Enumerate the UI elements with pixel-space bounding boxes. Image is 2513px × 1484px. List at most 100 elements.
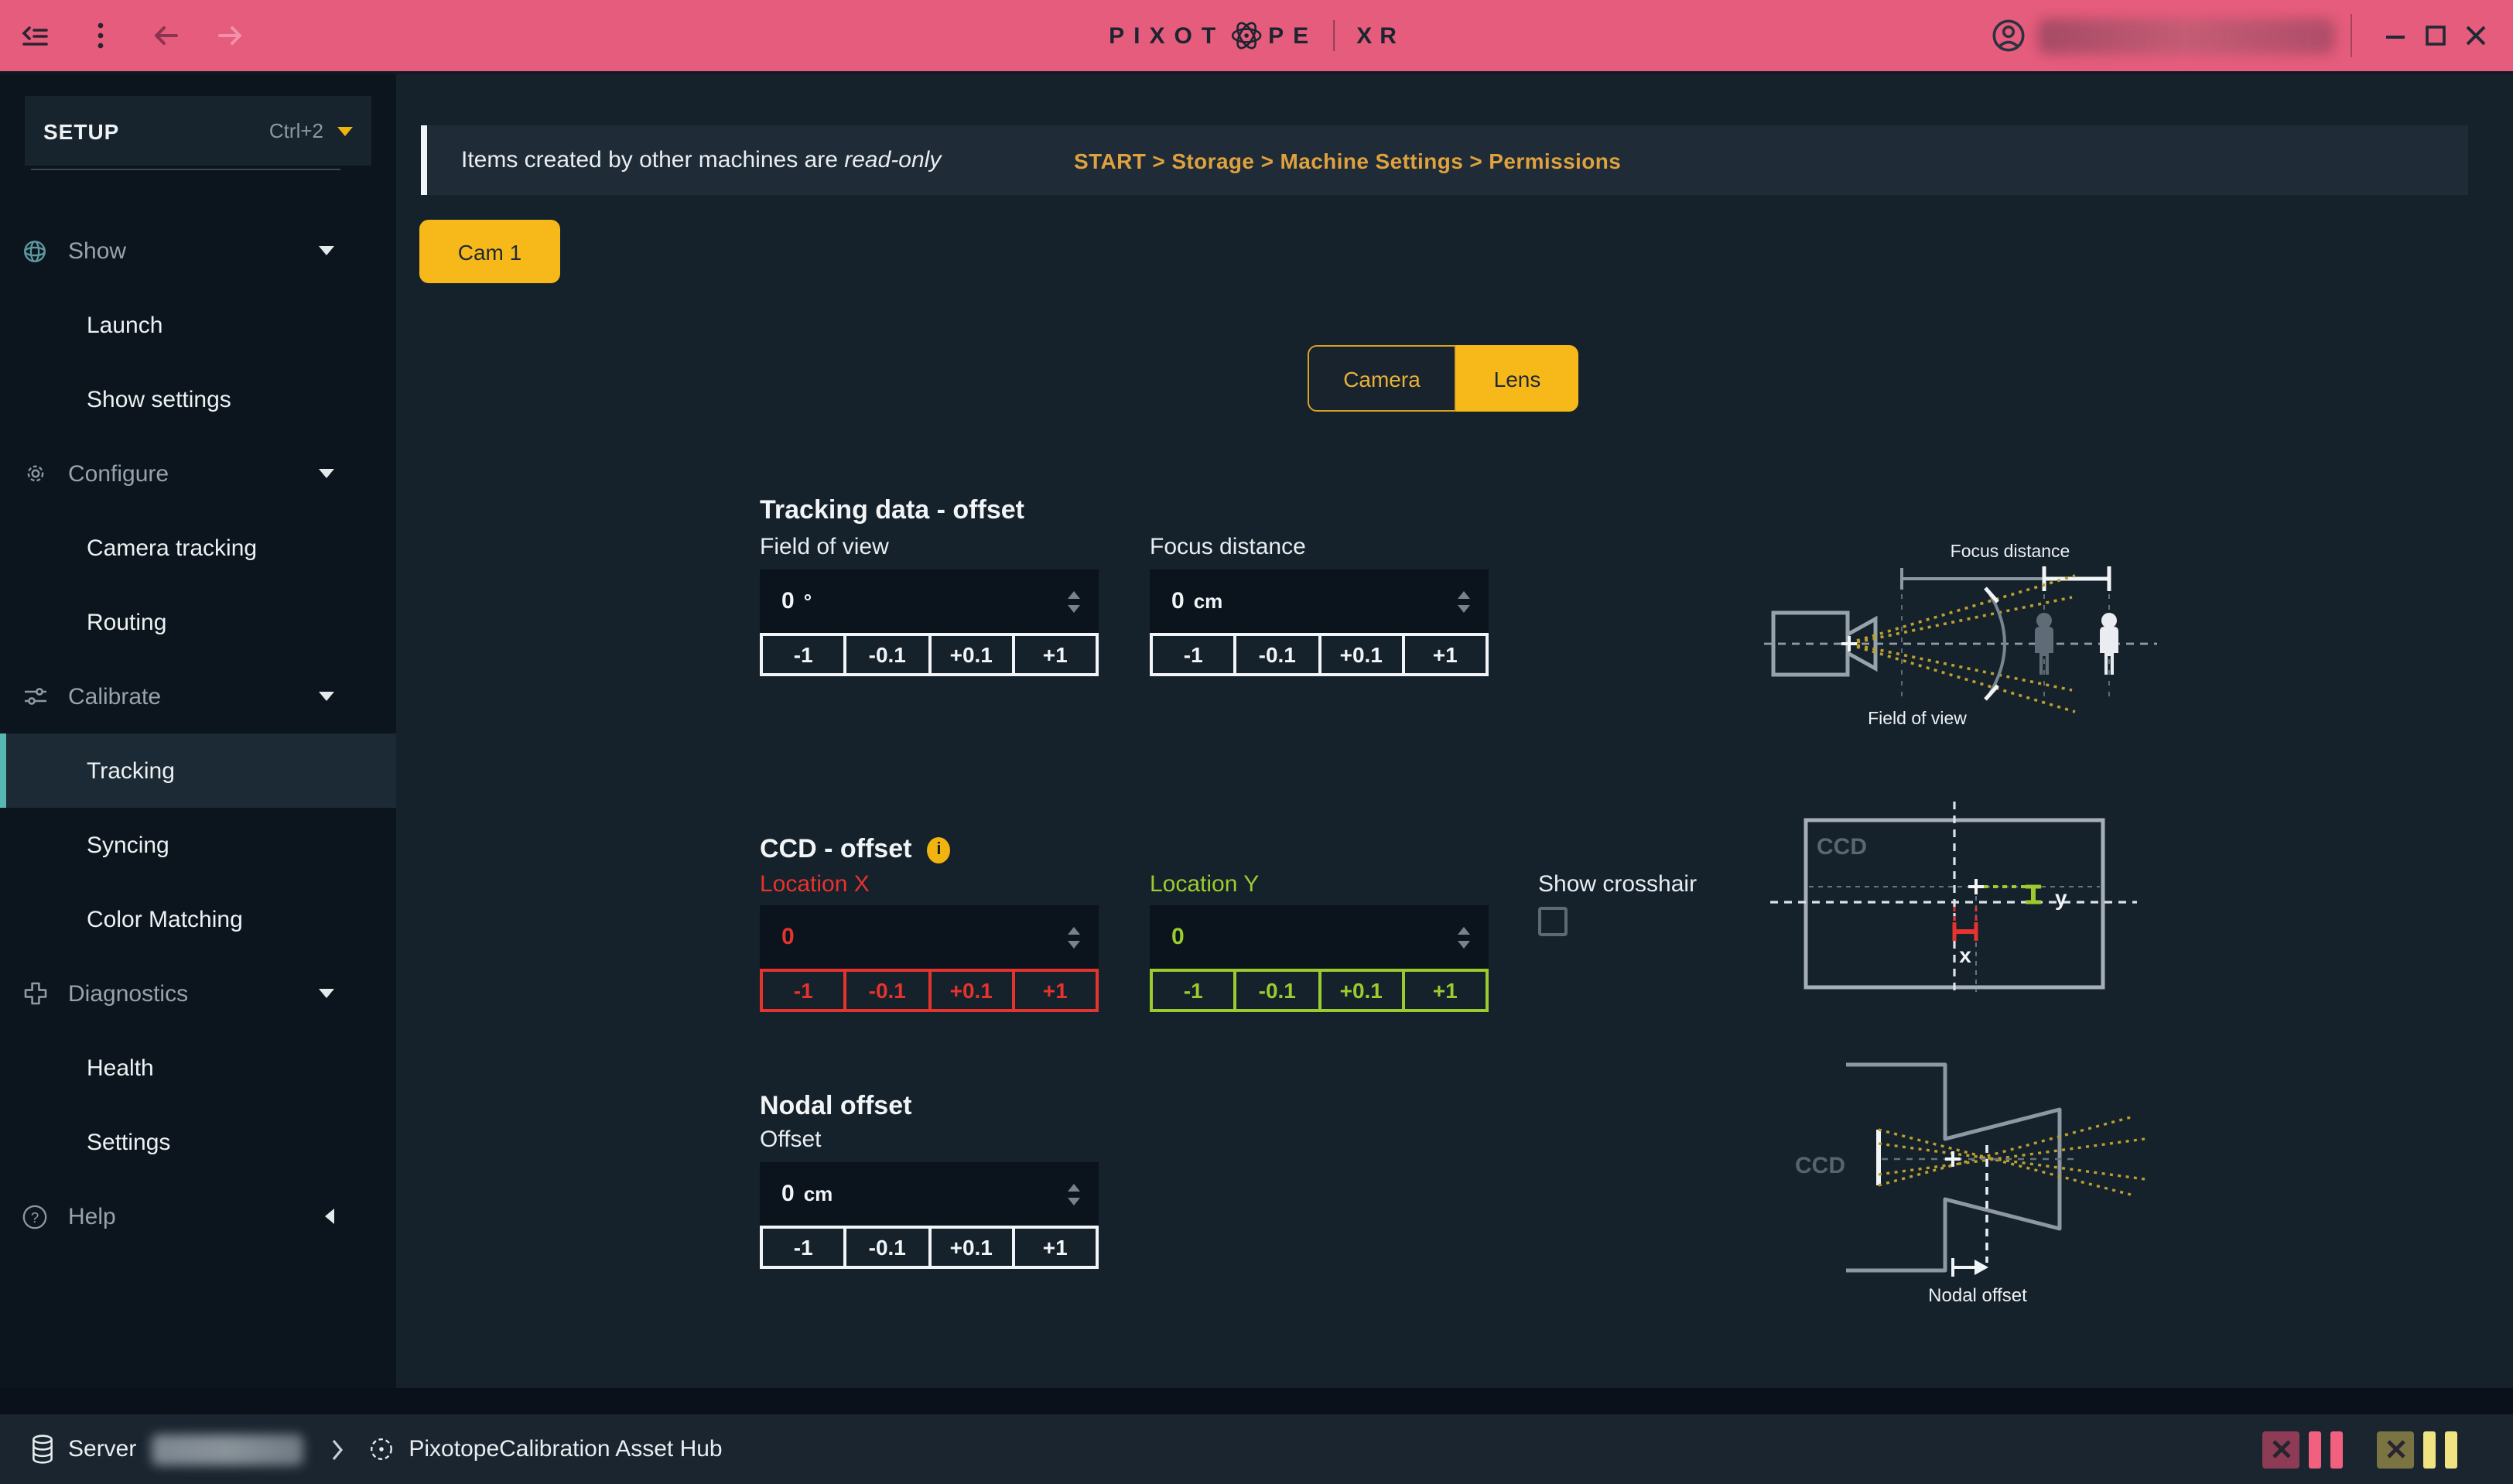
sidebar-item-tracking[interactable]: Tracking	[0, 733, 396, 808]
focus-step-minus-01[interactable]: -0.1	[1234, 633, 1321, 676]
sidebar-item-label: Show	[68, 238, 126, 264]
sidebar-item-calibrate[interactable]: Calibrate	[0, 659, 396, 733]
sidebar-item-help[interactable]: ? Help	[0, 1179, 396, 1253]
sidebar-item-label: Help	[68, 1203, 116, 1229]
spinner-arrows-icon[interactable]	[1068, 926, 1080, 948]
locy-step-minus-1[interactable]: -1	[1150, 969, 1237, 1012]
fov-diagram: Focus distance	[1758, 532, 2163, 749]
sidebar-item-label: Camera tracking	[87, 535, 257, 561]
sidebar-item-show[interactable]: Show	[0, 214, 396, 288]
close-button[interactable]	[2457, 17, 2494, 54]
spinner-arrows-icon[interactable]	[1068, 590, 1080, 612]
sidebar-item-camera-tracking[interactable]: Camera tracking	[0, 511, 396, 585]
diagram-ccd-plane-label: CCD	[1795, 1153, 1845, 1178]
tab-lens[interactable]: Lens	[1456, 345, 1578, 412]
sidebar-item-launch[interactable]: Launch	[0, 288, 396, 362]
focus-step-buttons: -1 -0.1 +0.1 +1	[1150, 633, 1489, 676]
fov-step-buttons: -1 -0.1 +0.1 +1	[760, 633, 1099, 676]
locx-step-minus-01[interactable]: -0.1	[844, 969, 932, 1012]
location-x-step-buttons: -1 -0.1 +0.1 +1	[760, 969, 1099, 1012]
breadcrumb[interactable]: START > Storage > Machine Settings > Per…	[1074, 148, 1621, 173]
fov-step-plus-01[interactable]: +0.1	[928, 633, 1015, 676]
app-logo: PIXOT PE XR	[1109, 0, 1404, 71]
kebab-menu-icon[interactable]	[84, 19, 118, 53]
sidebar: SETUP Ctrl+2 Show Launch Show settings	[0, 74, 396, 1388]
focus-step-minus-1[interactable]: -1	[1150, 633, 1237, 676]
setup-mode-selector[interactable]: SETUP Ctrl+2	[25, 96, 371, 166]
fov-input[interactable]: 0 °	[760, 569, 1099, 633]
location-y-input[interactable]: 0	[1150, 905, 1489, 969]
locx-step-minus-1[interactable]: -1	[760, 969, 847, 1012]
sidebar-item-health[interactable]: Health	[0, 1031, 396, 1105]
sidebar-item-syncing[interactable]: Syncing	[0, 808, 396, 882]
sidebar-item-settings[interactable]: Settings	[0, 1105, 396, 1179]
sidebar-item-label: Syncing	[87, 832, 169, 858]
nodal-step-minus-01[interactable]: -0.1	[844, 1226, 932, 1269]
status-stop-pink-icon[interactable]	[2262, 1431, 2299, 1468]
focus-step-plus-1[interactable]: +1	[1402, 633, 1489, 676]
locy-step-minus-01[interactable]: -0.1	[1234, 969, 1321, 1012]
cam1-button[interactable]: Cam 1	[419, 220, 560, 283]
sidebar-item-diagnostics[interactable]: Diagnostics	[0, 956, 396, 1031]
nodal-step-plus-01[interactable]: +0.1	[928, 1226, 1015, 1269]
nodal-offset-input[interactable]: 0 cm	[760, 1162, 1099, 1226]
sidebar-menu: Show Launch Show settings Configure Came…	[0, 214, 396, 1253]
diagram-nodal-offset-label: Nodal offset	[1928, 1285, 2027, 1306]
spinner-arrows-icon[interactable]	[1458, 590, 1470, 612]
status-bar-yellow-icon	[2445, 1431, 2457, 1468]
fov-step-plus-1[interactable]: +1	[1012, 633, 1099, 676]
fov-step-minus-1[interactable]: -1	[760, 633, 847, 676]
sidebar-item-label: Show settings	[87, 386, 231, 412]
diagram-x-label: x	[1959, 943, 1971, 967]
chevron-down-icon	[319, 989, 334, 998]
location-x-value: 0	[781, 924, 795, 950]
medical-cross-icon	[22, 981, 48, 1006]
collapse-sidebar-icon[interactable]	[19, 19, 53, 53]
locx-step-plus-01[interactable]: +0.1	[928, 969, 1015, 1012]
location-x-input[interactable]: 0	[760, 905, 1099, 969]
sidebar-item-label: Calibrate	[68, 683, 161, 710]
tab-camera[interactable]: Camera	[1308, 345, 1456, 412]
fov-step-minus-01[interactable]: -0.1	[844, 633, 932, 676]
gear-icon	[22, 461, 48, 486]
location-x-label: Location X	[760, 871, 870, 898]
minimize-button[interactable]	[2377, 17, 2414, 54]
locx-step-plus-1[interactable]: +1	[1012, 969, 1099, 1012]
chevron-left-icon	[325, 1209, 334, 1224]
banner-emphasis: read-only	[844, 147, 941, 173]
nodal-step-minus-1[interactable]: -1	[760, 1226, 847, 1269]
sidebar-item-label: Settings	[87, 1129, 170, 1155]
sidebar-item-configure[interactable]: Configure	[0, 436, 396, 511]
ccd-offset-title-text: CCD - offset	[760, 834, 911, 865]
nodal-step-buttons: -1 -0.1 +0.1 +1	[760, 1226, 1099, 1269]
nodal-step-plus-1[interactable]: +1	[1012, 1226, 1099, 1269]
spinner-arrows-icon[interactable]	[1068, 1183, 1080, 1205]
sidebar-item-color-matching[interactable]: Color Matching	[0, 882, 396, 956]
focus-distance-input[interactable]: 0 cm	[1150, 569, 1489, 633]
status-bar-pink-icon	[2330, 1431, 2343, 1468]
ccd-offset-title: CCD - offset i	[760, 834, 950, 865]
back-arrow-icon[interactable]	[149, 19, 183, 53]
product-label: XR	[1356, 22, 1404, 49]
hub-label[interactable]: PixotopeCalibration Asset Hub	[409, 1436, 722, 1462]
sliders-icon	[22, 684, 48, 709]
spinner-arrows-icon[interactable]	[1458, 926, 1470, 948]
banner-message-text: Items created by other machines are	[461, 147, 844, 173]
show-crosshair-checkbox[interactable]	[1538, 907, 1568, 936]
locy-step-plus-1[interactable]: +1	[1402, 969, 1489, 1012]
sidebar-item-label: Color Matching	[87, 906, 243, 932]
info-icon[interactable]: i	[927, 836, 950, 863]
sidebar-item-routing[interactable]: Routing	[0, 585, 396, 659]
maximize-button[interactable]	[2417, 17, 2454, 54]
sidebar-item-show-settings[interactable]: Show settings	[0, 362, 396, 436]
locy-step-plus-01[interactable]: +0.1	[1318, 969, 1405, 1012]
sidebar-item-label: Health	[87, 1055, 154, 1081]
focus-step-plus-01[interactable]: +0.1	[1318, 633, 1405, 676]
fov-unit: °	[804, 590, 812, 613]
status-stop-yellow-icon[interactable]	[2377, 1431, 2414, 1468]
redacted-user-email	[2038, 18, 2335, 53]
titlebar: PIXOT PE XR	[0, 0, 2513, 74]
user-account-icon[interactable]	[1992, 19, 2026, 53]
redacted-server-name	[152, 1434, 303, 1465]
forward-arrow-icon[interactable]	[214, 19, 248, 53]
